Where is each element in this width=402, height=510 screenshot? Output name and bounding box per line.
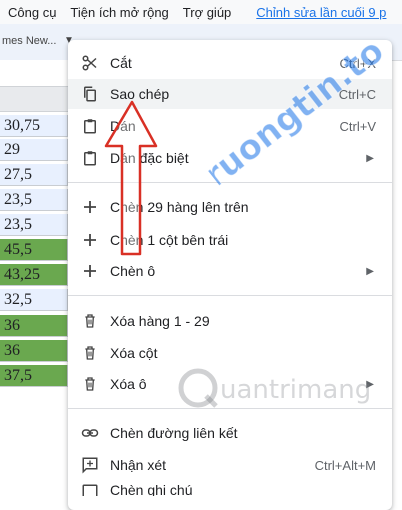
grid-cell[interactable]: 36 [0, 340, 68, 362]
menu-item-label: Xóa hàng 1 - 29 [110, 313, 210, 329]
menu-item-label: Xóa cột [110, 345, 158, 361]
menu-item-comment[interactable]: Nhận xét Ctrl+Alt+M [68, 450, 392, 480]
add-comment-icon [80, 455, 100, 475]
grid-cell[interactable]: 36 [0, 315, 68, 337]
menu-item-label: Chèn ghi chú [110, 482, 193, 496]
font-selector[interactable]: mes New... [2, 35, 56, 47]
trash-icon [80, 343, 100, 363]
watermark-logo: uantrimang [176, 364, 402, 414]
scissors-icon [80, 53, 100, 73]
grid-cell[interactable]: 29 [0, 139, 68, 161]
menu-tools[interactable]: Công cụ [0, 5, 63, 20]
menu-item-delete-rows[interactable]: Xóa hàng 1 - 29 [68, 306, 392, 336]
plus-icon [80, 261, 100, 281]
menu-divider [68, 295, 392, 296]
grid-cell[interactable]: 27,5 [0, 164, 68, 186]
annotation-arrow-icon [104, 100, 158, 256]
grid-cell[interactable]: 43,25 [0, 264, 68, 286]
menu-item-label: Chèn ô [110, 263, 156, 279]
menu-item-insert-link[interactable]: Chèn đường liên kết [68, 418, 392, 448]
menu-extensions[interactable]: Tiện ích mở rộng [63, 5, 175, 20]
clipboard-icon [80, 148, 100, 168]
grid-cell[interactable]: 45,5 [0, 239, 68, 261]
menu-item-label: Chèn đường liên kết [110, 425, 238, 441]
menu-item-label: Nhận xét [110, 457, 167, 473]
grid-cell[interactable]: 30,75 [0, 115, 68, 137]
watermark-text: uantrimang [220, 375, 371, 405]
clipboard-icon [80, 116, 100, 136]
shortcut-label: Ctrl+Alt+M [314, 457, 376, 473]
copy-icon [80, 84, 100, 104]
trash-icon [80, 311, 100, 331]
plus-icon [80, 230, 100, 250]
menu-item-insert-cells[interactable]: Chèn ô ▶ [68, 256, 392, 286]
menu-item-insert-note[interactable]: Chèn ghi chú [68, 482, 392, 496]
menu-help[interactable]: Trợ giúp [176, 5, 239, 20]
submenu-arrow-icon: ▶ [366, 265, 374, 277]
grid-cell[interactable]: 23,5 [0, 189, 68, 211]
link-icon [80, 423, 100, 443]
column-header-band [0, 86, 70, 112]
grid-cell[interactable]: 23,5 [0, 214, 68, 236]
note-icon [80, 482, 100, 496]
plus-icon [80, 197, 100, 217]
grid-cell[interactable]: 37,5 [0, 365, 68, 387]
trash-icon [80, 374, 100, 394]
grid-cell[interactable]: 32,5 [0, 289, 68, 311]
